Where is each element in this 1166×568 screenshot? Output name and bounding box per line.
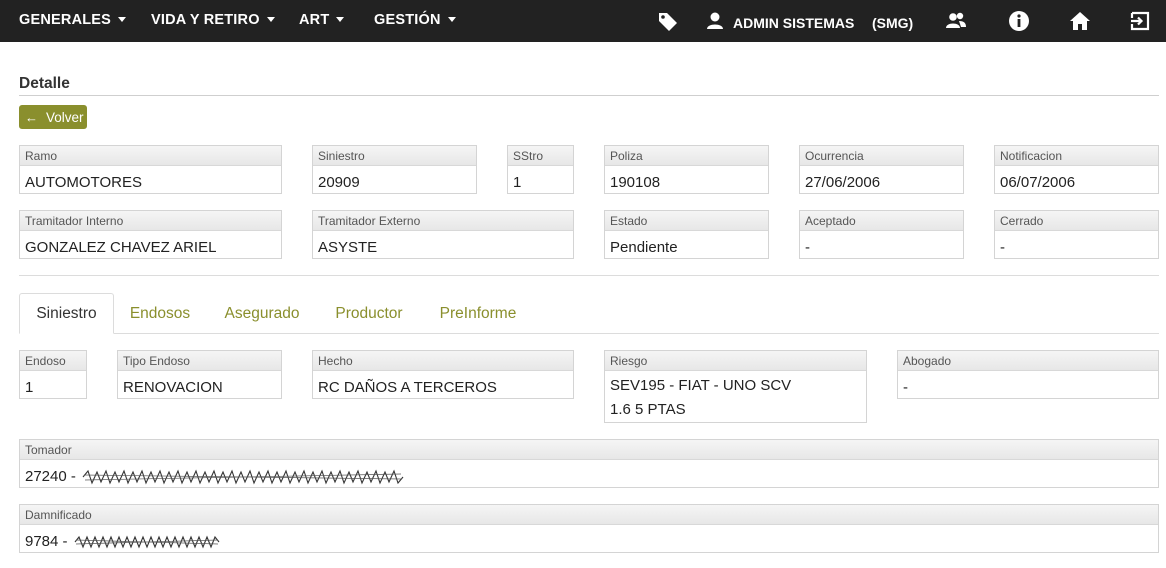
- field-aceptado: Aceptado -: [799, 210, 964, 259]
- page-title: Detalle: [19, 75, 70, 92]
- user-name: ADMIN SISTEMAS: [733, 15, 855, 31]
- field-value: 20909: [318, 174, 360, 191]
- field-value: -: [805, 239, 810, 256]
- field-label: Tramitador Interno: [20, 211, 281, 231]
- field-value-row: 27240 -: [20, 460, 1158, 489]
- field-value: 06/07/2006: [1000, 174, 1076, 191]
- field-value-row: 9784 -: [20, 525, 1158, 554]
- info-icon[interactable]: [1008, 10, 1030, 32]
- field-siniestro: Siniestro 20909: [312, 145, 477, 194]
- redacted-name-scribble: [74, 535, 219, 549]
- tab-endosos[interactable]: Endosos: [116, 293, 204, 334]
- field-cerrado: Cerrado -: [994, 210, 1159, 259]
- menu-gestion[interactable]: GESTIÓN: [374, 12, 456, 28]
- field-abogado: Abogado -: [897, 350, 1159, 399]
- field-value: -: [903, 379, 908, 396]
- menu-generales[interactable]: GENERALES: [19, 12, 127, 28]
- field-value: RENOVACION: [123, 379, 223, 396]
- field-tramitador-interno: Tramitador Interno GONZALEZ CHAVEZ ARIEL: [19, 210, 282, 259]
- field-label: Siniestro: [313, 146, 476, 166]
- section-divider: [19, 275, 1159, 276]
- field-value: 27/06/2006: [805, 174, 881, 191]
- top-navbar: GENERALES VIDA Y RETIRO ART GESTIÓN ADMI…: [0, 0, 1166, 42]
- field-label: Damnificado: [20, 505, 1158, 525]
- field-value: 1: [513, 174, 522, 191]
- field-ocurrencia: Ocurrencia 27/06/2006: [799, 145, 964, 194]
- title-divider: [19, 95, 1159, 96]
- chevron-down-icon: [118, 16, 127, 22]
- field-label: SStro: [508, 146, 573, 166]
- field-label: Tipo Endoso: [118, 351, 281, 371]
- menu-art-label: ART: [299, 12, 330, 28]
- field-riesgo: Riesgo SEV195 - FIAT - UNO SCV 1.6 5 PTA…: [604, 350, 867, 423]
- field-value: 27240 -: [25, 468, 76, 485]
- home-icon[interactable]: [1069, 10, 1091, 32]
- field-value: RC DAÑOS A TERCEROS: [318, 379, 497, 396]
- users-icon[interactable]: [945, 10, 967, 32]
- field-poliza: Poliza 190108: [604, 145, 769, 194]
- field-ramo: Ramo AUTOMOTORES: [19, 145, 282, 194]
- menu-vida-y-retiro[interactable]: VIDA Y RETIRO: [151, 12, 275, 28]
- chevron-down-icon: [447, 16, 456, 22]
- field-hecho: Hecho RC DAÑOS A TERCEROS: [312, 350, 574, 399]
- field-label: Endoso: [20, 351, 86, 371]
- field-label: Cerrado: [995, 211, 1158, 231]
- field-endoso: Endoso 1: [19, 350, 87, 399]
- field-tramitador-externo: Tramitador Externo ASYSTE: [312, 210, 574, 259]
- field-value: 1: [25, 379, 34, 396]
- tag-icon[interactable]: [657, 10, 679, 32]
- field-label: Notificacion: [995, 146, 1158, 166]
- menu-gestion-label: GESTIÓN: [374, 12, 441, 28]
- field-notificacion: Notificacion 06/07/2006: [994, 145, 1159, 194]
- field-value: SEV195 - FIAT - UNO SCV 1.6 5 PTAS: [610, 377, 792, 418]
- field-estado: Estado Pendiente: [604, 210, 769, 259]
- field-value: GONZALEZ CHAVEZ ARIEL: [25, 239, 217, 256]
- user-icon: [707, 12, 723, 29]
- field-sstro: SStro 1: [507, 145, 574, 194]
- field-damnificado: Damnificado 9784 -: [19, 504, 1159, 553]
- field-label: Aceptado: [800, 211, 963, 231]
- tab-preinforme[interactable]: PreInforme: [424, 293, 532, 334]
- back-button[interactable]: ← Volver: [19, 105, 87, 129]
- field-label: Riesgo: [605, 351, 866, 371]
- field-label: Abogado: [898, 351, 1158, 371]
- user-company: (SMG): [872, 15, 914, 31]
- field-label: Tomador: [20, 440, 1158, 460]
- field-label: Ocurrencia: [800, 146, 963, 166]
- arrow-left-icon: ←: [25, 109, 38, 125]
- field-label: Hecho: [313, 351, 573, 371]
- field-value: -: [1000, 239, 1005, 256]
- chevron-down-icon: [266, 16, 275, 22]
- field-tipo-endoso: Tipo Endoso RENOVACION: [117, 350, 282, 399]
- field-value: Pendiente: [610, 239, 678, 256]
- tab-asegurado[interactable]: Asegurado: [210, 293, 314, 334]
- tab-siniestro[interactable]: Siniestro: [19, 293, 114, 334]
- menu-generales-label: GENERALES: [19, 12, 112, 28]
- chevron-down-icon: [336, 16, 345, 22]
- menu-art[interactable]: ART: [299, 12, 345, 28]
- field-value: AUTOMOTORES: [25, 174, 142, 191]
- menu-vida-y-retiro-label: VIDA Y RETIRO: [151, 12, 260, 28]
- back-button-label: Volver: [46, 109, 84, 125]
- field-label: Estado: [605, 211, 768, 231]
- field-value: ASYSTE: [318, 239, 378, 256]
- tab-productor[interactable]: Productor: [320, 293, 418, 334]
- logout-icon[interactable]: [1129, 10, 1151, 32]
- field-value: 190108: [610, 174, 661, 191]
- field-label: Ramo: [20, 146, 281, 166]
- field-label: Tramitador Externo: [313, 211, 573, 231]
- field-value: 9784 -: [25, 533, 68, 550]
- redacted-name-scribble: [82, 469, 404, 485]
- field-tomador: Tomador 27240 -: [19, 439, 1159, 488]
- field-label: Poliza: [605, 146, 768, 166]
